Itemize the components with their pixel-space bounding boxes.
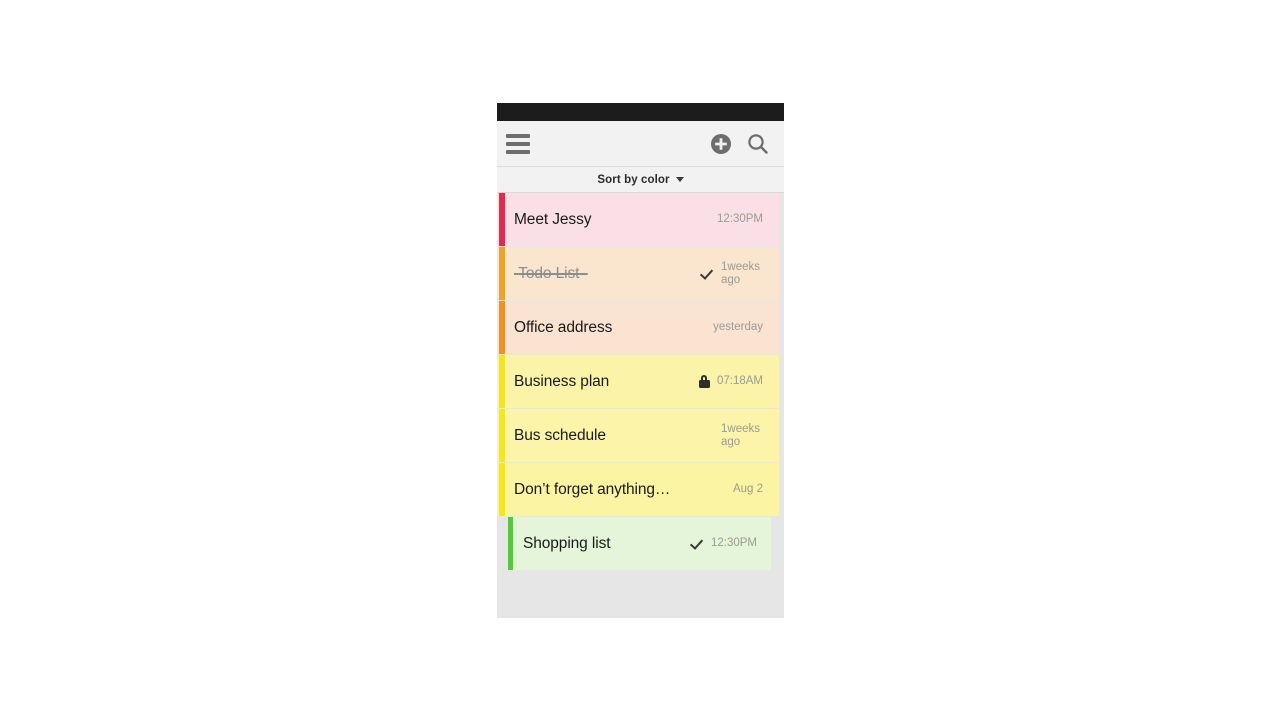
note-row[interactable]: Meet Jessy 12:30PM [497, 193, 779, 246]
lock-icon [698, 375, 710, 388]
note-color-bar [499, 193, 505, 246]
note-color-bar [499, 301, 505, 354]
note-title: Todo List [518, 264, 580, 282]
app-toolbar [497, 121, 784, 167]
note-row[interactable]: Todo List 1weeks ago [497, 247, 779, 300]
note-meta: 1weeks ago [721, 409, 763, 462]
note-color-bar [499, 355, 505, 408]
note-title: Office address [514, 318, 613, 336]
note-row[interactable]: Business plan 07:18AM [497, 355, 779, 408]
note-title: Meet Jessy [514, 210, 592, 228]
check-icon [701, 267, 714, 280]
note-row[interactable]: Office address yesterday [497, 301, 779, 354]
hamburger-bar [506, 142, 530, 146]
note-meta: 1weeks ago [701, 247, 763, 300]
note-meta: Aug 2 [733, 463, 763, 516]
plus-circle-icon[interactable] [710, 133, 732, 155]
check-icon [691, 537, 704, 550]
note-meta: yesterday [713, 301, 763, 354]
phone-app-frame: Sort by color Meet Jessy 12:30PM Todo List… [497, 103, 784, 618]
note-color-bar [508, 517, 513, 570]
sort-label: Sort by color [597, 173, 670, 186]
note-row[interactable]: Don’t forget anything… Aug 2 [497, 463, 779, 516]
note-timestamp: 12:30PM [710, 537, 757, 549]
note-meta: 12:30PM [691, 517, 757, 570]
note-title: Don’t forget anything… [514, 480, 671, 498]
sort-by-color-button[interactable]: Sort by color [497, 167, 784, 193]
hamburger-bar [506, 134, 530, 138]
screen-canvas: Sort by color Meet Jessy 12:30PM Todo List… [0, 0, 1280, 720]
note-color-bar [499, 409, 505, 462]
status-bar [497, 103, 784, 121]
note-color-bar [499, 247, 505, 300]
note-timestamp: Aug 2 [732, 483, 763, 495]
note-row[interactable]: Bus schedule 1weeks ago [497, 409, 779, 462]
note-timestamp: 07:18AM [716, 375, 763, 387]
note-title: Bus schedule [514, 426, 606, 444]
note-title: Business plan [514, 372, 610, 390]
note-title: Shopping list [523, 534, 611, 552]
hamburger-bar [506, 150, 530, 154]
note-timestamp: 1weeks ago [721, 260, 760, 286]
note-meta: 12:30PM [717, 193, 763, 246]
notes-list: Meet Jessy 12:30PM Todo List 1weeks ago Offi… [497, 193, 784, 570]
note-row[interactable]: Shopping list 12:30PM [508, 517, 771, 570]
note-meta: 07:18AM [698, 355, 763, 408]
note-color-bar [499, 463, 505, 516]
note-timestamp: 12:30PM [716, 213, 763, 225]
search-icon[interactable] [746, 132, 770, 156]
note-timestamp: yesterday [713, 321, 763, 333]
hamburger-menu-icon[interactable] [506, 134, 530, 154]
chevron-down-icon [675, 177, 684, 182]
note-timestamp: 1weeks ago [721, 422, 760, 448]
